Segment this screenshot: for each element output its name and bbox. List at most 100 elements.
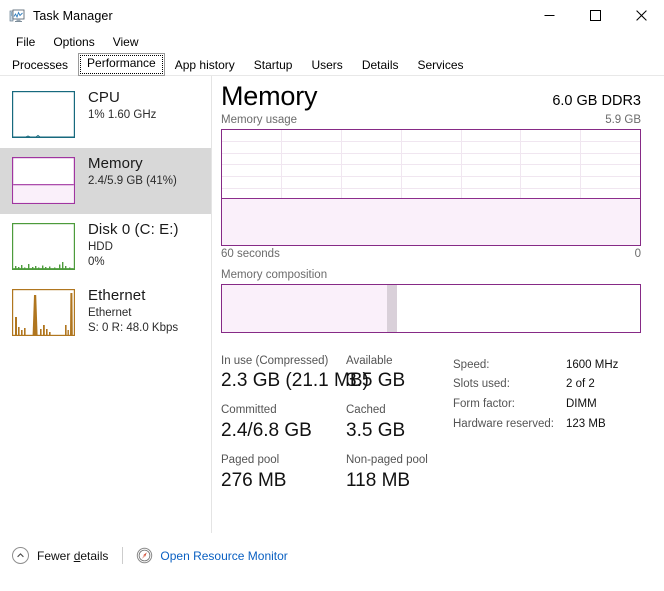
- close-icon: [636, 10, 647, 21]
- footer-divider: [122, 547, 123, 564]
- resource-monitor-icon: [136, 547, 153, 564]
- tab-details[interactable]: Details: [353, 54, 408, 76]
- maximize-button[interactable]: [572, 0, 618, 31]
- tab-startup[interactable]: Startup: [245, 54, 302, 76]
- sidebar-ethernet-text: Ethernet Ethernet S: 0 R: 48.0 Kbps: [88, 287, 178, 335]
- composition-segment-in-use: [222, 285, 387, 332]
- tab-performance[interactable]: Performance: [78, 53, 165, 76]
- memory-usage-graph: [221, 129, 641, 246]
- open-resource-monitor-link[interactable]: Open Resource Monitor: [136, 547, 287, 564]
- usage-graph-max: 5.9 GB: [605, 114, 641, 126]
- axis-left-label: 60 seconds: [221, 248, 280, 260]
- tab-app-history[interactable]: App history: [166, 54, 244, 76]
- memory-composition-bar[interactable]: [221, 284, 641, 333]
- stat-row-paged-pool: Paged pool 276 MB Non-paged pool 118 MB: [221, 454, 453, 493]
- detail-speed-key: Speed:: [453, 356, 566, 376]
- composition-segment-free: [397, 285, 640, 332]
- ethernet-mini-graph: [12, 289, 75, 336]
- minimize-icon: [544, 10, 555, 21]
- sidebar-ethernet-title: Ethernet: [88, 288, 178, 305]
- sidebar-cpu-text: CPU 1% 1.60 GHz: [88, 89, 156, 122]
- stat-in-use: In use (Compressed) 2.3 GB (21.1 MB): [221, 355, 346, 394]
- memory-stats: In use (Compressed) 2.3 GB (21.1 MB) Ava…: [221, 355, 664, 504]
- composition-label: Memory composition: [221, 269, 664, 281]
- fewer-details-text-post: etails: [80, 549, 108, 563]
- stat-non-paged-pool-label: Non-paged pool: [346, 454, 428, 468]
- detail-form-factor-value: DIMM: [566, 395, 597, 415]
- stat-paged-pool: Paged pool 276 MB: [221, 454, 346, 493]
- detail-row-slots-used: Slots used: 2 of 2: [453, 375, 646, 395]
- usage-graph-label: Memory usage: [221, 114, 297, 126]
- maximize-icon: [590, 10, 601, 21]
- menu-bar: File Options View: [0, 31, 664, 53]
- sidebar-ethernet-sub2: S: 0 R: 48.0 Kbps: [88, 322, 178, 335]
- memory-detail-panel: Memory 6.0 GB DDR3 Memory usage 5.9 GB: [212, 76, 664, 533]
- detail-form-factor-key: Form factor:: [453, 395, 566, 415]
- status-bar: Fewer details Open Resource Monitor: [0, 533, 664, 577]
- stat-paged-pool-label: Paged pool: [221, 454, 346, 468]
- cpu-mini-graph: [12, 91, 75, 138]
- sidebar-disk-sub1: HDD: [88, 241, 179, 254]
- sidebar-memory-text: Memory 2.4/5.9 GB (41%): [88, 155, 177, 188]
- stat-row-committed: Committed 2.4/6.8 GB Cached 3.5 GB: [221, 404, 453, 443]
- composition-segment-modified: [387, 285, 397, 332]
- sidebar-cpu-sub: 1% 1.60 GHz: [88, 109, 156, 122]
- stat-in-use-value: 2.3 GB (21.1 MB): [221, 369, 346, 393]
- detail-row-speed: Speed: 1600 MHz: [453, 356, 646, 376]
- detail-slots-value: 2 of 2: [566, 375, 595, 395]
- task-manager-icon: [9, 8, 25, 24]
- sidebar-disk-title: Disk 0 (C: E:): [88, 222, 179, 239]
- close-button[interactable]: [618, 0, 664, 31]
- tab-services[interactable]: Services: [409, 54, 473, 76]
- memory-mini-graph: [12, 157, 75, 204]
- stat-available-label: Available: [346, 355, 405, 369]
- sidebar-cpu-title: CPU: [88, 90, 156, 107]
- stats-primary-column: In use (Compressed) 2.3 GB (21.1 MB) Ava…: [221, 355, 453, 504]
- sidebar-ethernet-sub1: Ethernet: [88, 307, 178, 320]
- axis-right-label: 0: [635, 248, 641, 260]
- detail-hardware-reserved-key: Hardware reserved:: [453, 415, 566, 435]
- minimize-button[interactable]: [526, 0, 572, 31]
- menu-item-options[interactable]: Options: [44, 33, 103, 51]
- window-controls: [526, 0, 664, 31]
- menu-item-file[interactable]: File: [7, 33, 44, 51]
- sidebar-memory-sub: 2.4/5.9 GB (41%): [88, 175, 177, 188]
- detail-row-form-factor: Form factor: DIMM: [453, 395, 646, 415]
- sidebar-item-memory[interactable]: Memory 2.4/5.9 GB (41%): [0, 148, 211, 214]
- page-title: Memory: [221, 82, 317, 112]
- fewer-details-text-pre: Fewer: [37, 549, 74, 563]
- detail-hardware-reserved-value: 123 MB: [566, 415, 606, 435]
- detail-slots-key: Slots used:: [453, 375, 566, 395]
- stat-non-paged-pool: Non-paged pool 118 MB: [346, 454, 428, 493]
- stat-available: Available 3.5 GB: [346, 355, 405, 394]
- usage-graph-axis: 60 seconds 0: [221, 248, 664, 260]
- sidebar-item-cpu[interactable]: CPU 1% 1.60 GHz: [0, 82, 211, 148]
- tab-processes[interactable]: Processes: [3, 54, 77, 76]
- stat-committed: Committed 2.4/6.8 GB: [221, 404, 346, 443]
- sidebar-item-disk-0[interactable]: Disk 0 (C: E:) HDD 0%: [0, 214, 211, 280]
- window-title: Task Manager: [33, 9, 113, 23]
- stat-row-in-use: In use (Compressed) 2.3 GB (21.1 MB) Ava…: [221, 355, 453, 394]
- chevron-up-icon: [12, 547, 29, 564]
- menu-item-view[interactable]: View: [104, 33, 148, 51]
- usage-graph-caption: Memory usage 5.9 GB: [221, 114, 664, 126]
- title-bar[interactable]: Task Manager: [0, 0, 664, 31]
- sidebar-item-ethernet[interactable]: Ethernet Ethernet S: 0 R: 48.0 Kbps: [0, 280, 211, 346]
- resource-monitor-label: Open Resource Monitor: [160, 549, 287, 563]
- stat-committed-value: 2.4/6.8 GB: [221, 419, 346, 443]
- stat-cached-label: Cached: [346, 404, 405, 418]
- resource-sidebar: CPU 1% 1.60 GHz Memory 2.4/5.9 GB (41%): [0, 76, 212, 533]
- sidebar-disk-text: Disk 0 (C: E:) HDD 0%: [88, 221, 179, 269]
- detail-speed-value: 1600 MHz: [566, 356, 618, 376]
- stat-non-paged-pool-value: 118 MB: [346, 469, 428, 493]
- stat-cached: Cached 3.5 GB: [346, 404, 405, 443]
- stat-cached-value: 3.5 GB: [346, 419, 405, 443]
- sidebar-memory-title: Memory: [88, 156, 177, 173]
- detail-row-hardware-reserved: Hardware reserved: 123 MB: [453, 415, 646, 435]
- tab-users[interactable]: Users: [302, 54, 351, 76]
- stat-available-value: 3.5 GB: [346, 369, 405, 393]
- fewer-details-button[interactable]: Fewer details: [12, 547, 108, 564]
- stat-in-use-label: In use (Compressed): [221, 355, 346, 369]
- panel-header: Memory 6.0 GB DDR3: [221, 82, 664, 112]
- stat-committed-label: Committed: [221, 404, 346, 418]
